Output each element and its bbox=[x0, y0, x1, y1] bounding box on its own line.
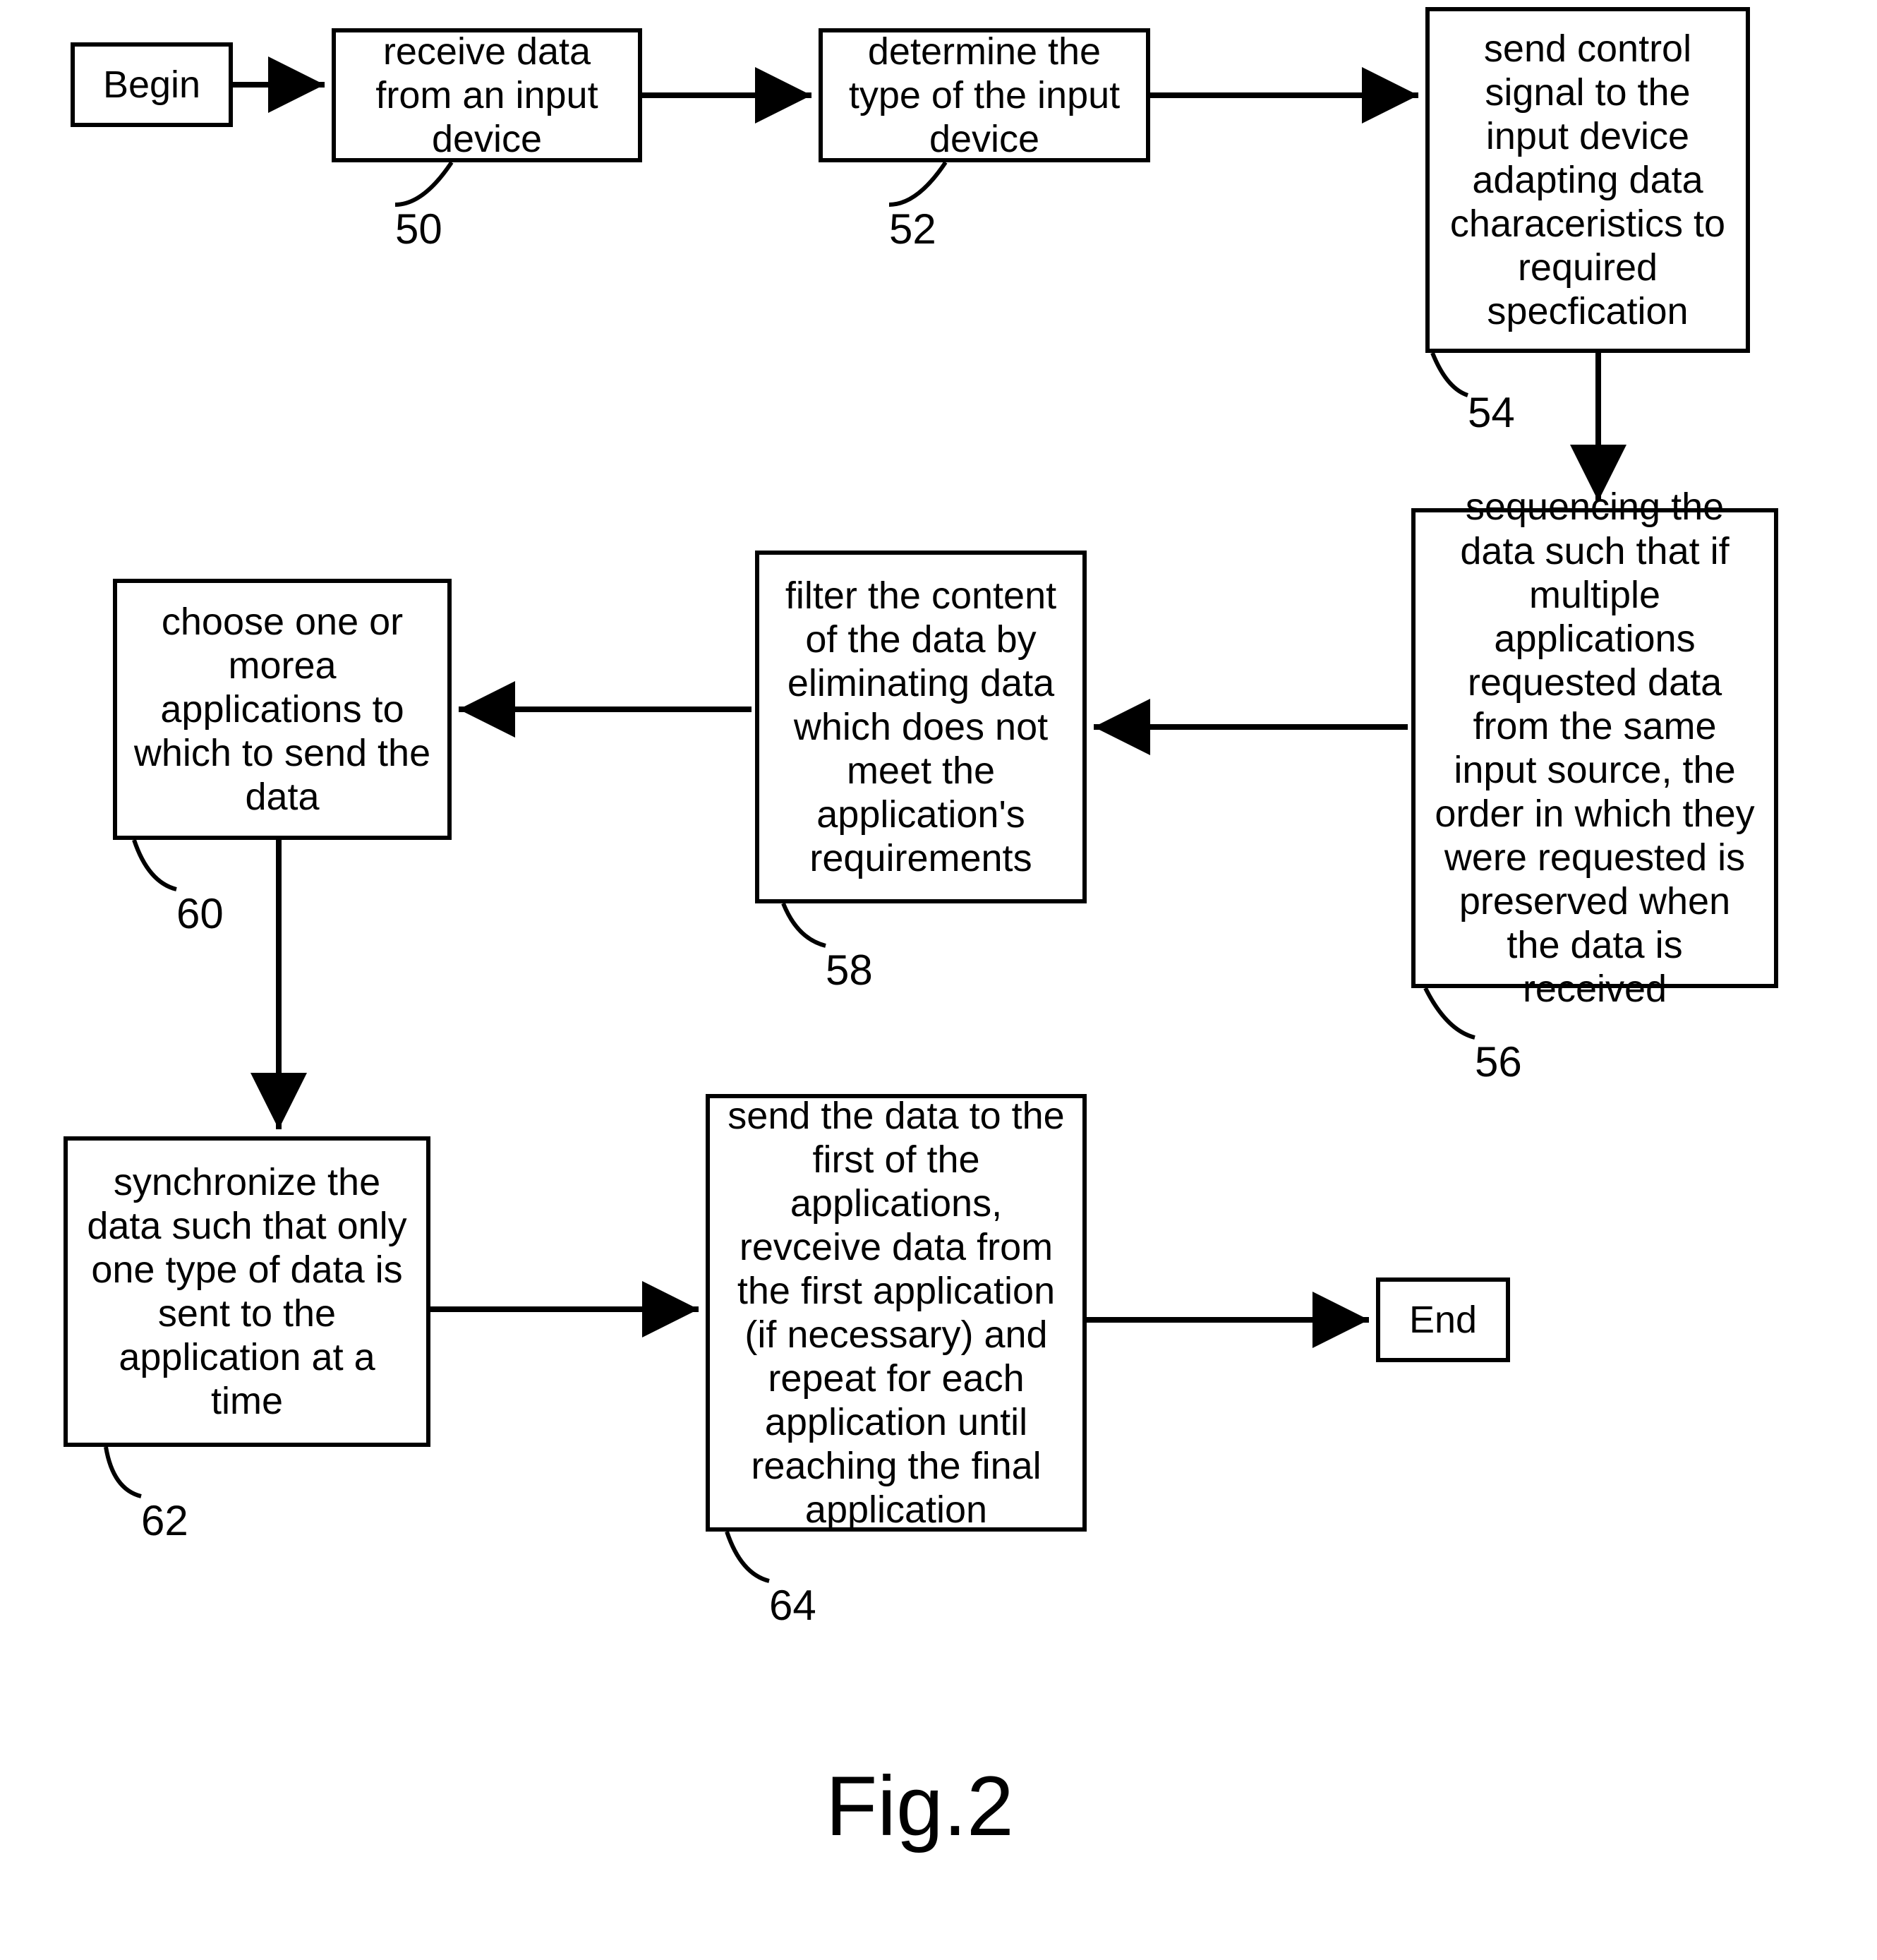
node-end: End bbox=[1376, 1277, 1510, 1362]
arrow-54-56 bbox=[1581, 353, 1616, 508]
leader-52 bbox=[889, 162, 974, 212]
label-60: 60 bbox=[176, 889, 224, 938]
label-52: 52 bbox=[889, 205, 936, 253]
leader-58 bbox=[783, 903, 854, 953]
node-58: filter the content of the data by elimin… bbox=[755, 551, 1087, 903]
leader-60 bbox=[134, 840, 198, 896]
arrow-begin-50 bbox=[233, 67, 332, 102]
leader-64 bbox=[727, 1532, 790, 1588]
leader-56 bbox=[1425, 988, 1496, 1045]
arrow-58-60 bbox=[452, 692, 755, 727]
leader-62 bbox=[106, 1447, 169, 1503]
node-60: choose one or morea applications to whic… bbox=[113, 579, 452, 840]
arrow-64-end bbox=[1087, 1302, 1376, 1337]
arrow-62-64 bbox=[430, 1292, 706, 1327]
leader-54 bbox=[1432, 353, 1489, 402]
arrow-50-52 bbox=[642, 78, 819, 113]
flowchart-canvas: Begin receive data from an input device … bbox=[0, 0, 1877, 1960]
node-54: send control signal to the input device … bbox=[1425, 7, 1750, 353]
label-62: 62 bbox=[141, 1496, 188, 1545]
figure-caption: Fig.2 bbox=[826, 1757, 1014, 1855]
label-50: 50 bbox=[395, 205, 442, 253]
node-64: send the data to the first of the applic… bbox=[706, 1094, 1087, 1532]
node-62: synchronize the data such that only one … bbox=[64, 1136, 430, 1447]
label-56: 56 bbox=[1475, 1038, 1522, 1086]
node-52: determine the type of the input device bbox=[819, 28, 1150, 162]
arrow-56-58 bbox=[1087, 709, 1411, 745]
arrow-60-62 bbox=[261, 840, 296, 1136]
label-58: 58 bbox=[826, 946, 873, 994]
leader-50 bbox=[395, 162, 480, 212]
label-64: 64 bbox=[769, 1581, 816, 1630]
node-56: sequencing the data such that if multipl… bbox=[1411, 508, 1778, 988]
node-50: receive data from an input device bbox=[332, 28, 642, 162]
arrow-52-54 bbox=[1150, 78, 1425, 113]
node-begin: Begin bbox=[71, 42, 233, 127]
